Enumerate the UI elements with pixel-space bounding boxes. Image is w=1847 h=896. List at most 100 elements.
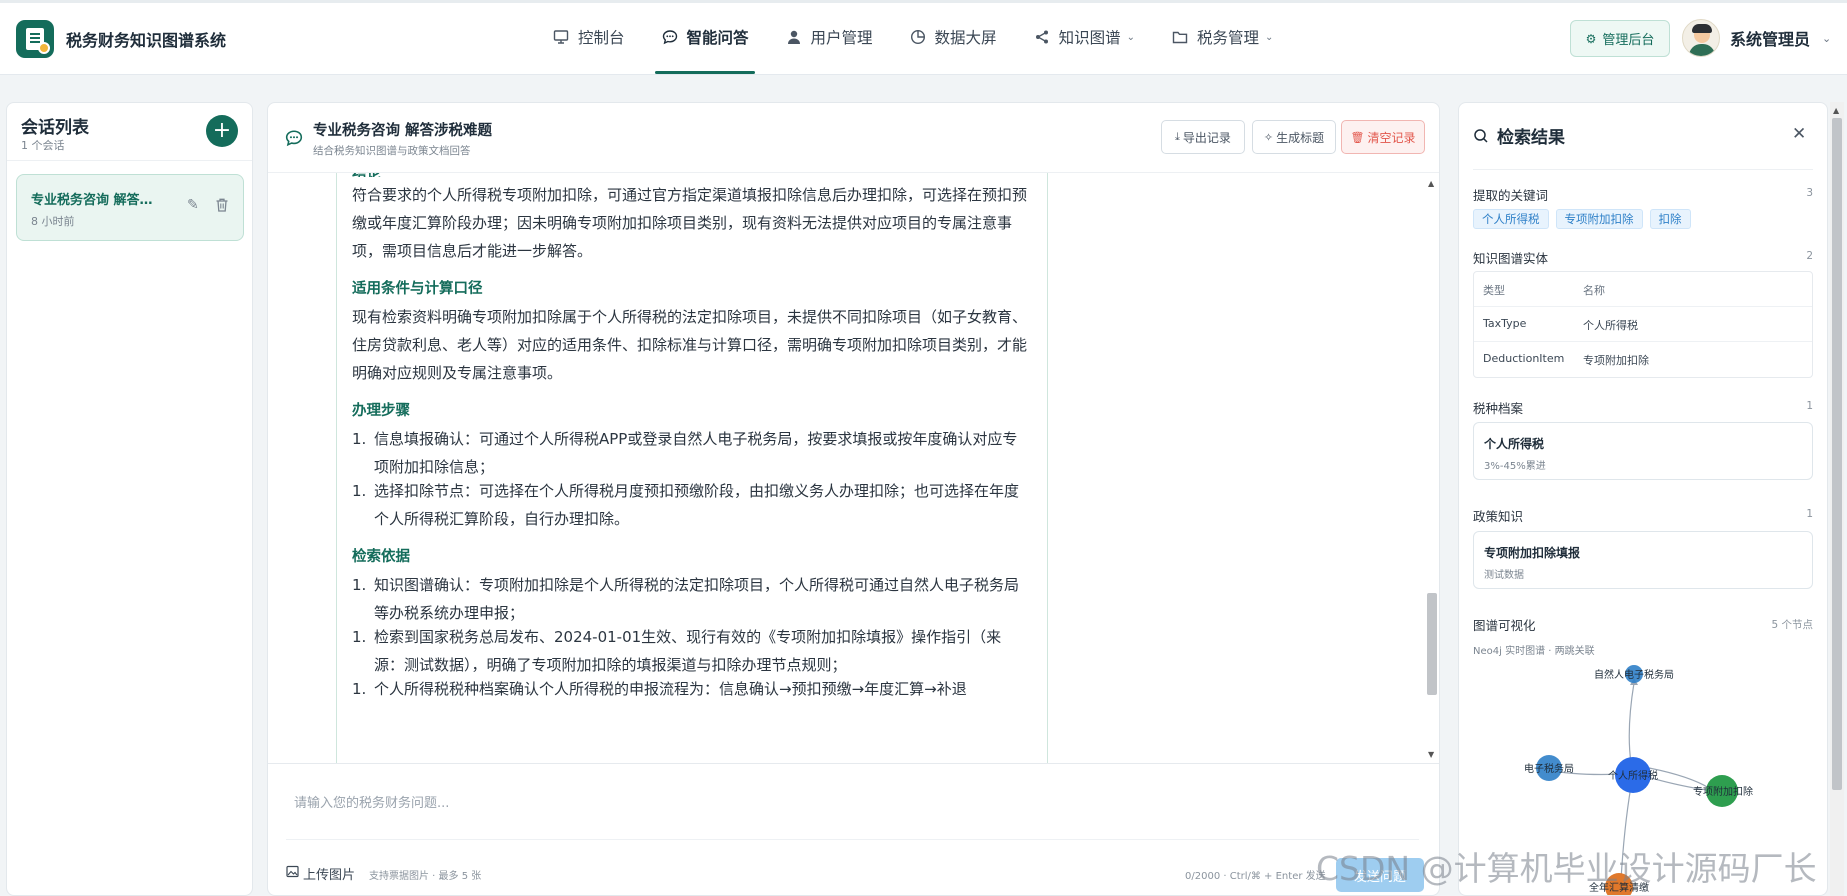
nav-label: 用户管理 [810,29,873,47]
chat-subtitle: 结合税务知识图谱与政策文档回答 [313,145,471,157]
generate-title-button[interactable]: ✧ 生成标题 [1252,120,1336,154]
session-panel-title: 会话列表 [21,118,89,138]
message-scrollbar[interactable]: ▲ ▼ [1425,173,1438,763]
admin-console-button[interactable]: ⚙ 管理后台 [1570,20,1670,57]
card-title: 个人所得税 [1484,437,1545,451]
watermark: CSDN @计算机毕业设计源码厂长 [1316,849,1817,888]
keyword-tag[interactable]: 专项附加扣除 [1555,209,1643,229]
card-title: 专项附加扣除填报 [1484,546,1581,560]
nav-item-tax-management[interactable]: 税务管理 ⌄ [1157,0,1287,74]
table-header-cell: 名称 [1583,284,1605,297]
list-item: 检索到国家税务总局发布、2024-01-01生效、现行有效的《专项附加扣除填报》… [352,623,1031,679]
trash-icon[interactable] [215,197,229,213]
question-input[interactable]: 请输入您的税务财务问题... [286,782,1419,840]
policy-card[interactable]: 专项附加扣除填报 测试数据 [1473,531,1813,589]
nav-item-qa[interactable]: 智能问答 [647,0,763,74]
chevron-down-icon: ⌄ [1822,31,1832,45]
graph-subtitle: Neo4j 实时图谱 · 两跳关联 [1473,646,1595,657]
session-time: 8 小时前 [31,215,75,228]
graph-node[interactable]: 电子税务局 [1524,755,1574,781]
upload-label: 上传图片 [303,868,356,883]
scroll-down-icon[interactable]: ▼ [1428,750,1434,759]
app-title: 税务财务知识图谱系统 [66,31,227,50]
tax-archive-count: 1 [1806,400,1813,412]
nav-item-console[interactable]: 控制台 [538,0,639,74]
clear-label: 清空记录 [1367,130,1416,145]
upload-hint: 支持票据图片 · 最多 5 张 [369,871,482,882]
graph-node[interactable]: 自然人电子税务局 [1594,665,1674,683]
user-name: 系统管理员 [1730,30,1811,49]
nav-label: 数据大屏 [934,29,997,47]
table-cell: 专项附加扣除 [1583,354,1649,367]
basis-list: 知识图谱确认：专项附加扣除是个人所得税的法定扣除项目，个人所得税可通过自然人电子… [352,571,1031,703]
graph-node[interactable]: 个人所得税 [1608,757,1658,793]
session-panel: 会话列表 1 个会话 + 专业税务咨询 解答涉税难题 8 小时前 ✎ [6,102,253,896]
results-title: 检索结果 [1497,128,1565,148]
divider [1473,169,1813,170]
app-logo-icon [16,20,54,58]
section-heading: 结论 [352,173,1031,177]
steps-list: 信息填报确认：可通过个人所得税APP或登录自然人电子税务局，按要求填报或按年度确… [352,425,1031,533]
pie-chart-icon [909,28,927,46]
nav-item-dashboard[interactable]: 数据大屏 [895,0,1011,74]
brand[interactable]: 税务财务知识图谱系统 [16,19,226,59]
nav-item-users[interactable]: 用户管理 [771,0,887,74]
table-row[interactable]: TaxType 个人所得税 [1474,307,1812,342]
scroll-up-icon[interactable]: ▲ [1428,179,1434,188]
results-header: 检索结果 [1473,123,1565,148]
keyword-tag[interactable]: 扣除 [1649,209,1691,229]
upload-image-button[interactable]: 上传图片 [286,864,355,883]
table-header-row: 类型 名称 [1474,272,1812,307]
scroll-up-icon[interactable]: ▲ [1833,106,1839,115]
gear-icon: ⚙ [1585,31,1597,46]
policy-label: 政策知识 [1473,509,1524,524]
session-count: 1 个会话 [21,139,65,152]
avatar [1682,19,1720,57]
table-cell: DeductionItem [1483,352,1565,365]
trash-icon: 🗑 [1350,130,1365,144]
keywords-count: 3 [1806,187,1813,199]
export-label: 导出记录 [1182,130,1231,145]
scrollbar-thumb[interactable] [1427,593,1437,695]
export-button[interactable]: ⤓ 导出记录 [1161,120,1245,154]
new-session-button[interactable]: + [206,115,238,147]
card-subtitle: 3%-45%累进 [1484,461,1546,472]
graph-label: 图谱可视化 [1473,618,1536,633]
list-item: 选择扣除节点：可选择在个人所得税月度预扣预缴阶段，由扣缴义务人办理扣除；也可选择… [352,477,1031,533]
entities-count: 2 [1806,250,1813,262]
close-icon[interactable]: ✕ [1792,124,1806,144]
page-scrollbar[interactable]: ▲ [1830,102,1844,896]
tax-archive-card[interactable]: 个人所得税 3%-45%累进 [1473,422,1813,480]
chat-panel: 专业税务咨询 解答涉税难题 结合税务知识图谱与政策文档回答 ⤓ 导出记录 ✧ 生成标… [267,102,1440,896]
folder-icon [1171,28,1189,46]
tax-archive-label: 税种档案 [1473,401,1524,416]
edit-icon[interactable]: ✎ [187,197,199,213]
image-icon [286,865,299,882]
table-row[interactable]: DeductionItem 专项附加扣除 [1474,342,1812,377]
scrollbar-thumb[interactable] [1832,118,1842,790]
session-panel-header: 会话列表 1 个会话 + [7,103,252,161]
keyword-tag[interactable]: 个人所得税 [1473,209,1549,229]
entities-label: 知识图谱实体 [1473,251,1549,266]
graph-node[interactable]: 专项附加扣除 [1693,775,1753,807]
graph-node-label: 专项附加扣除 [1693,785,1753,798]
admin-label: 管理后台 [1602,33,1655,48]
message-paragraph: 现有检索资料明确专项附加扣除属于个人所得税的法定扣除项目，未提供不同扣除项目（如… [352,308,1028,382]
message-scroll-area[interactable]: 结论 符合要求的个人所得税专项附加扣除，可通过官方指定渠道填报扣除信息后办理扣除… [268,173,1439,763]
user-menu[interactable]: 系统管理员 ⌄ [1682,18,1831,58]
list-item: 知识图谱确认：专项附加扣除是个人所得税的法定扣除项目，个人所得税可通过自然人电子… [352,571,1031,627]
chat-icon [661,28,679,46]
keywords-label: 提取的关键词 [1473,188,1549,203]
share-icon [1033,28,1051,46]
keyword-tags: 个人所得税 专项附加扣除 扣除 [1473,209,1691,229]
clear-history-button[interactable]: 🗑 清空记录 [1341,120,1425,154]
plus-icon: + [212,118,232,143]
section-heading: 办理步骤 [352,403,410,419]
graph-node-label: 个人所得税 [1608,769,1658,782]
session-item[interactable]: 专业税务咨询 解答涉税难题 8 小时前 ✎ [16,174,244,241]
nav-item-knowledge-graph[interactable]: 知识图谱 ⌄ [1019,0,1149,74]
assistant-message: 结论 符合要求的个人所得税专项附加扣除，可通过官方指定渠道填报扣除信息后办理扣除… [336,173,1048,763]
graph-node-label: 自然人电子税务局 [1594,668,1674,681]
policy-count: 1 [1806,508,1813,520]
main-nav: 控制台 智能问答 用户管理 数据大屏 知识图谱 ⌄ 税务管理 ⌄ [538,0,1295,74]
